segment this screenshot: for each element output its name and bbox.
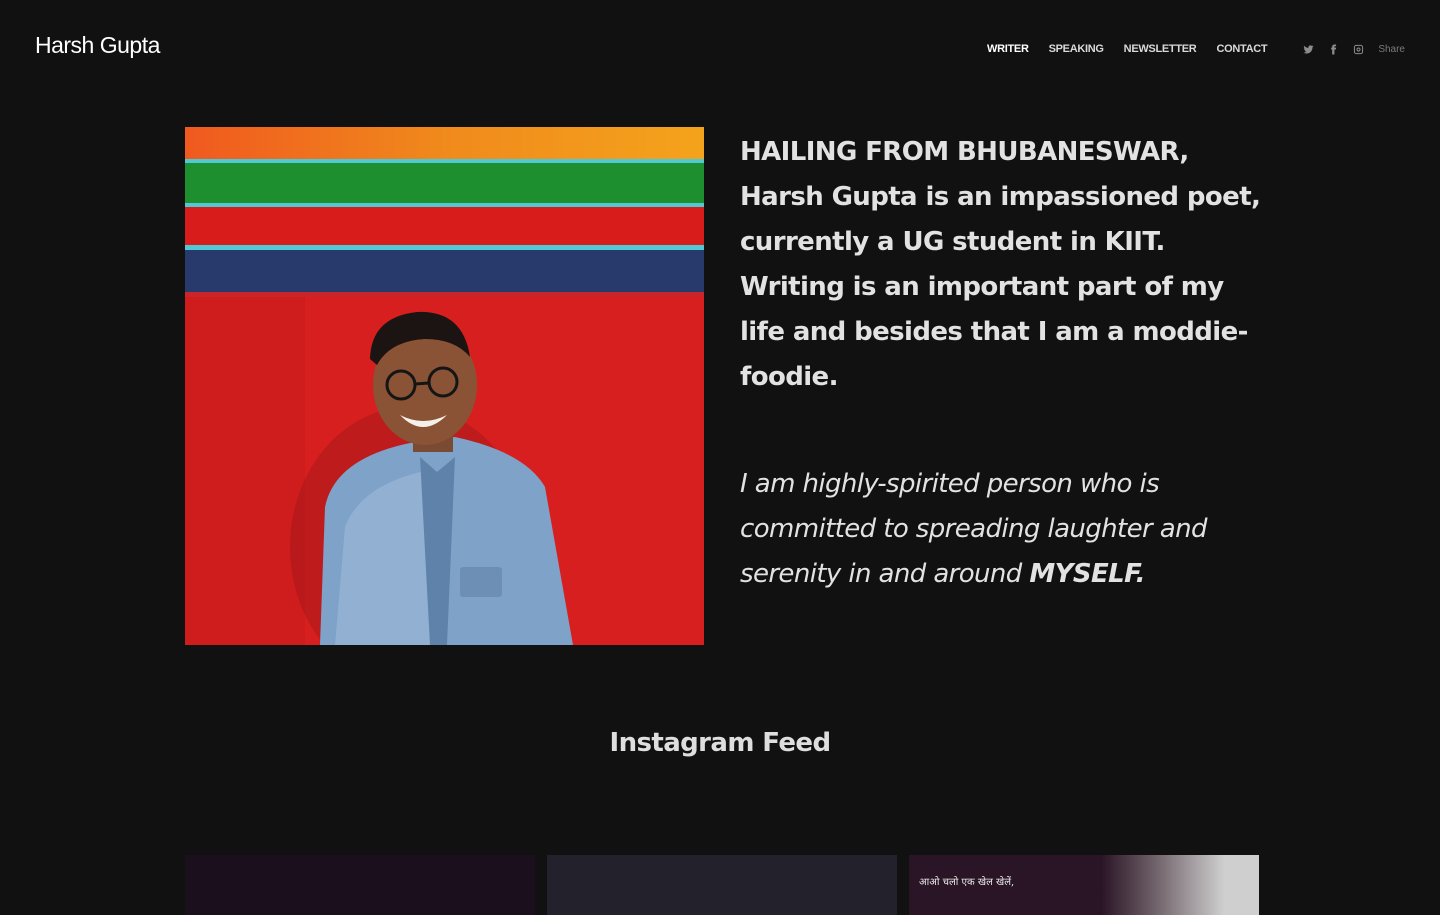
site-header: Harsh Gupta WRITER SPEAKING NEWSLETTER C… [0,0,1440,100]
instagram-post[interactable] [547,855,897,915]
bio-quote-emphasis: MYSELF. [1029,559,1145,589]
nav-contact[interactable]: CONTACT [1216,43,1267,55]
bio-quote: I am highly-spirited person who is commi… [740,462,1270,597]
portrait-photo [185,127,704,645]
nav-writer[interactable]: WRITER [987,43,1029,55]
instagram-post-caption: आओ चलो एक खेल खेलें, [919,877,1015,888]
instagram-icon[interactable] [1352,43,1364,55]
instagram-post[interactable] [185,855,535,915]
nav-speaking[interactable]: SPEAKING [1049,43,1104,55]
twitter-icon[interactable] [1302,43,1314,55]
share-button[interactable]: Share [1378,44,1405,55]
bio-intro: HAILING FROM BHUBANESWAR, Harsh Gupta is… [740,130,1270,400]
main-nav: WRITER SPEAKING NEWSLETTER CONTACT Share [967,43,1405,55]
site-title[interactable]: Harsh Gupta [35,32,160,59]
bio-text: Harsh Gupta is an impassioned poet, curr… [740,182,1261,392]
facebook-icon[interactable] [1327,43,1339,55]
instagram-feed-title: Instagram Feed [609,728,832,758]
instagram-post[interactable]: आओ चलो एक खेल खेलें, [909,855,1259,915]
bio-lead: HAILING FROM BHUBANESWAR, [740,137,1189,167]
portrait-illustration [185,127,704,645]
bio-section: HAILING FROM BHUBANESWAR, Harsh Gupta is… [740,130,1270,597]
social-links: Share [1289,43,1405,55]
nav-newsletter[interactable]: NEWSLETTER [1124,43,1197,55]
instagram-feed: आओ चलो एक खेल खेलें, [185,855,1259,915]
